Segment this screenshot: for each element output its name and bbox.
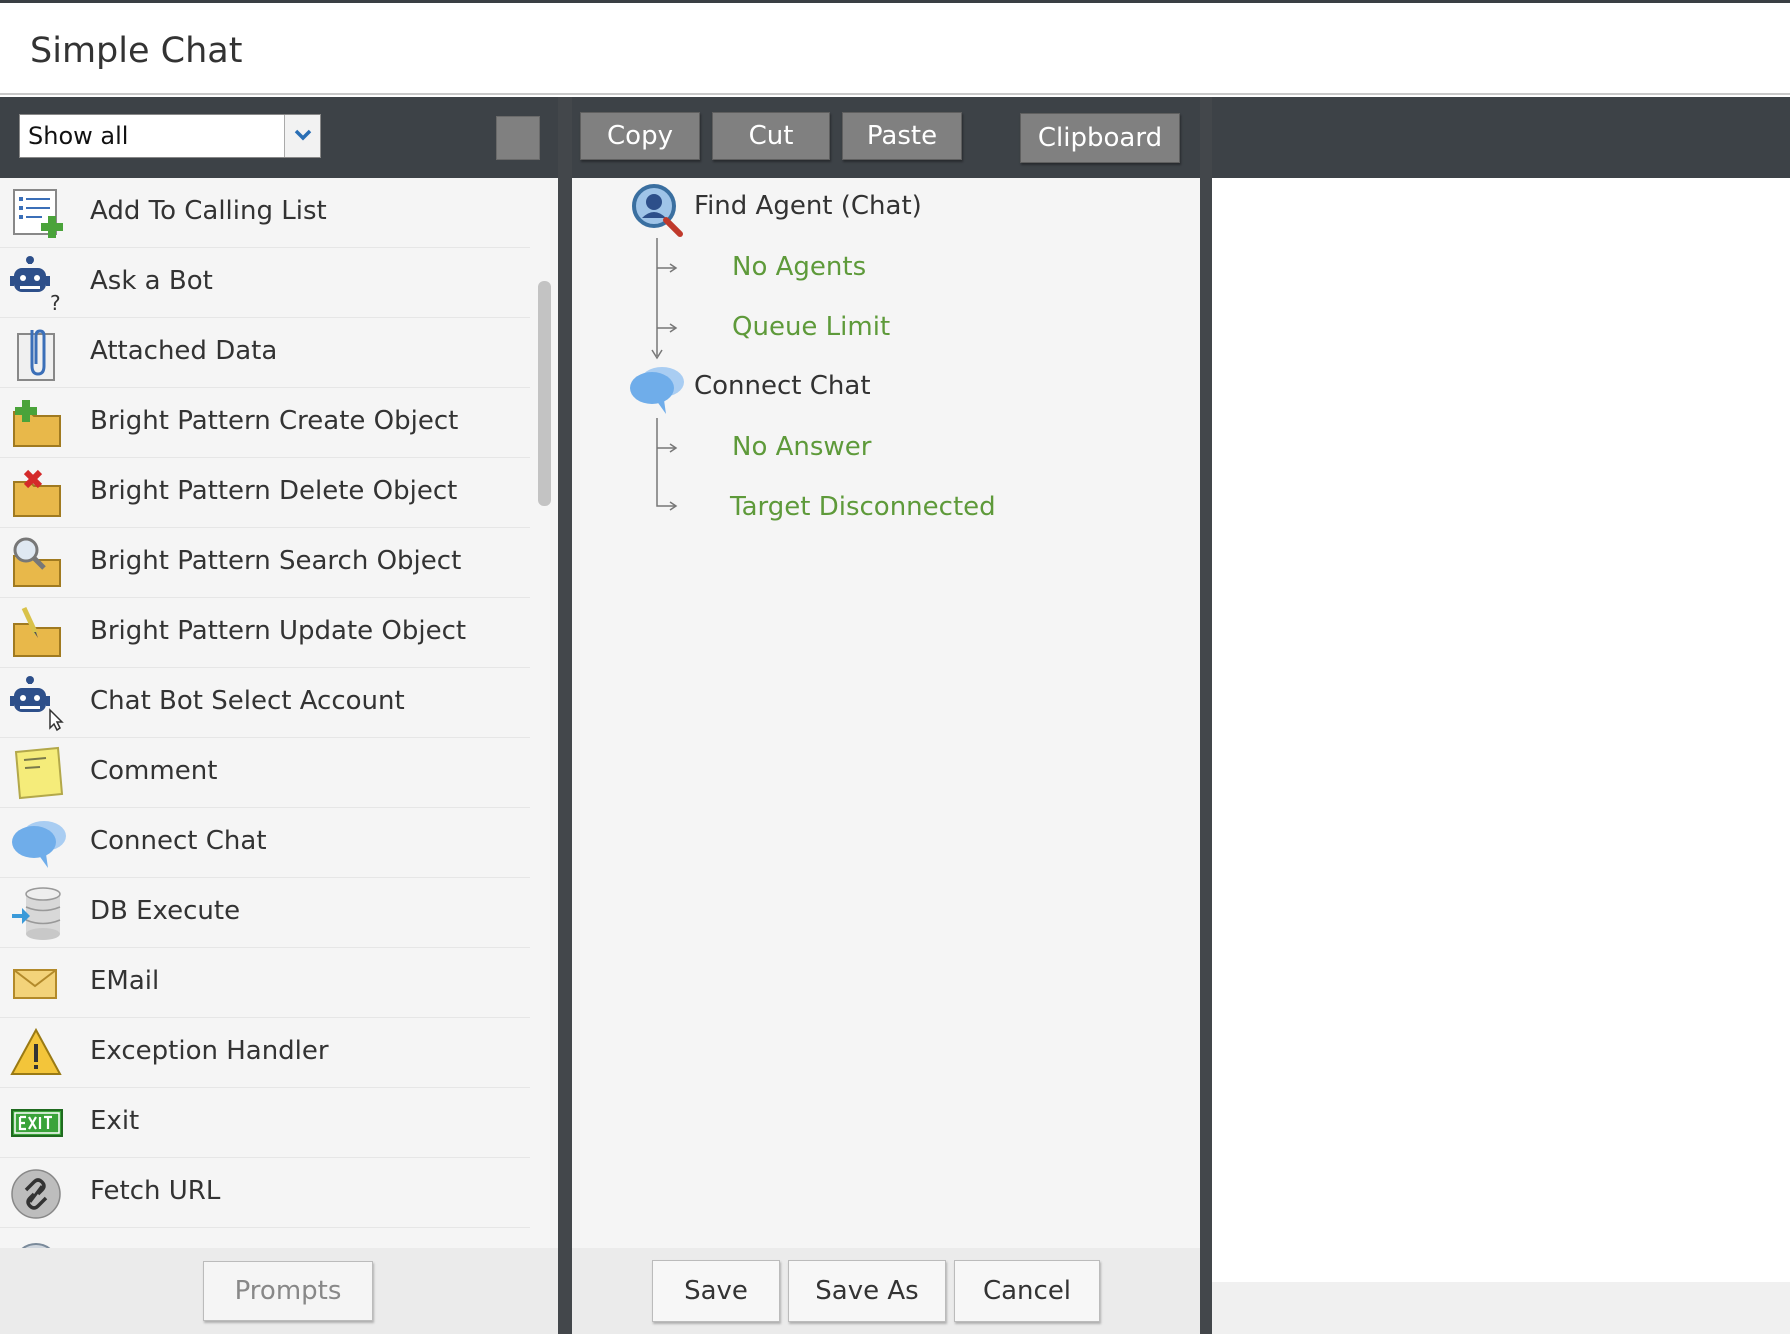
palette-item-label: Bright Pattern Delete Object (90, 476, 458, 506)
chevron-down-icon[interactable] (284, 115, 320, 157)
warning-icon (10, 1026, 70, 1082)
palette-item-label: Bright Pattern Create Object (90, 406, 459, 436)
palette-item-label: Add To Calling List (90, 196, 327, 226)
flow-branch-target-disconnected[interactable]: Target Disconnected (730, 492, 996, 522)
flow-editor: Copy Cut Paste Clipboard Find Agent (Cha… (572, 97, 1200, 1334)
editor-toolbar: Copy Cut Paste Clipboard (572, 97, 1200, 178)
palette-item-label: Bright Pattern Search Object (90, 546, 462, 576)
palette-filter-value: Show all (28, 122, 129, 150)
palette-item-ask-a-bot[interactable]: ? Ask a Bot (0, 248, 530, 318)
palette-item-fetch-url[interactable]: Fetch URL (0, 1158, 530, 1228)
folder-update-icon (10, 606, 70, 662)
palette-list: Add To Calling List ? Ask a Bot Attached… (0, 178, 530, 1248)
palette-item-label: DB Execute (90, 896, 241, 926)
flow-branch-no-agents[interactable]: No Agents (732, 252, 866, 282)
folder-delete-icon (10, 466, 70, 522)
flow-node-connect-chat[interactable]: Connect Chat (694, 371, 871, 401)
page-title: Simple Chat (30, 31, 243, 71)
palette-item-label: Ask a Bot (90, 266, 213, 296)
palette-filter-select[interactable]: Show all (19, 114, 321, 158)
palette-item-comment[interactable]: Comment (0, 738, 530, 808)
exit-sign-icon (10, 1096, 70, 1152)
cut-button[interactable]: Cut (712, 112, 830, 160)
palette-item-label: Bright Pattern Update Object (90, 616, 467, 646)
palette-toggle-button[interactable] (496, 116, 540, 160)
properties-toolbar (1212, 97, 1790, 178)
find-agent-icon[interactable] (628, 180, 688, 238)
palette-item-attached-data[interactable]: Attached Data (0, 318, 530, 388)
svg-text:?: ? (50, 291, 61, 312)
cancel-button[interactable]: Cancel (954, 1260, 1100, 1322)
save-button[interactable]: Save (652, 1260, 780, 1322)
block-palette: Show all Add To Calling List ? Ask a Bot… (0, 97, 558, 1334)
flow-canvas[interactable]: Find Agent (Chat) No Agents Queue Limit … (572, 178, 1200, 1248)
prompts-button[interactable]: Prompts (203, 1261, 373, 1321)
folder-search-icon (10, 536, 70, 592)
bot-select-icon (10, 676, 70, 732)
palette-item-exception-handler[interactable]: Exception Handler (0, 1018, 530, 1088)
splitter-right[interactable] (1200, 97, 1212, 1334)
palette-item-connect-chat[interactable]: Connect Chat (0, 808, 530, 878)
partial-icon (10, 1236, 70, 1248)
email-envelope-icon (10, 956, 70, 1012)
calling-list-add-icon (10, 186, 70, 242)
flow-branch-no-answer[interactable]: No Answer (732, 432, 871, 462)
chat-bubbles-icon[interactable] (628, 362, 688, 418)
palette-scrollbar[interactable] (534, 178, 554, 1248)
palette-item-delete-object[interactable]: Bright Pattern Delete Object (0, 458, 530, 528)
palette-item-update-object[interactable]: Bright Pattern Update Object (0, 598, 530, 668)
palette-item-label: Chat Bot Select Account (90, 686, 405, 716)
paste-button[interactable]: Paste (842, 112, 962, 160)
palette-scrollbar-thumb[interactable] (538, 281, 551, 506)
palette-item-label: Fetch URL (90, 1176, 221, 1206)
palette-item-search-object[interactable]: Bright Pattern Search Object (0, 528, 530, 598)
palette-item-add-to-calling-list[interactable]: Add To Calling List (0, 178, 530, 248)
palette-item-label: Connect Chat (90, 826, 267, 856)
properties-footer (1212, 1282, 1790, 1334)
comment-note-icon (10, 746, 70, 802)
link-icon (10, 1166, 70, 1222)
palette-item-label: Comment (90, 756, 218, 786)
chat-bubbles-icon (10, 816, 70, 872)
clipboard-button[interactable]: Clipboard (1020, 113, 1180, 163)
palette-item-db-execute[interactable]: DB Execute (0, 878, 530, 948)
palette-toolbar: Show all (0, 97, 558, 178)
save-as-button[interactable]: Save As (788, 1260, 946, 1322)
properties-panel (1212, 97, 1790, 1334)
palette-item-create-object[interactable]: Bright Pattern Create Object (0, 388, 530, 458)
copy-button[interactable]: Copy (580, 112, 700, 160)
splitter-left[interactable] (558, 97, 572, 1334)
flow-branch-queue-limit[interactable]: Queue Limit (732, 312, 890, 342)
palette-item-chat-bot-select-account[interactable]: Chat Bot Select Account (0, 668, 530, 738)
palette-footer: Prompts (0, 1248, 558, 1334)
attached-data-icon (10, 326, 70, 382)
editor-footer: Save Save As Cancel (572, 1248, 1200, 1334)
title-bar: Simple Chat (0, 3, 1790, 95)
palette-item-email[interactable]: EMail (0, 948, 530, 1018)
palette-item-partial (0, 1228, 530, 1248)
palette-item-label: EMail (90, 966, 160, 996)
flow-node-find-agent[interactable]: Find Agent (Chat) (694, 191, 922, 221)
palette-item-label: Exit (90, 1106, 140, 1136)
palette-item-label: Attached Data (90, 336, 278, 366)
folder-create-icon (10, 396, 70, 452)
database-icon (10, 886, 70, 942)
palette-item-label: Exception Handler (90, 1036, 329, 1066)
palette-item-exit[interactable]: Exit (0, 1088, 530, 1158)
bot-question-icon: ? (10, 256, 70, 315)
